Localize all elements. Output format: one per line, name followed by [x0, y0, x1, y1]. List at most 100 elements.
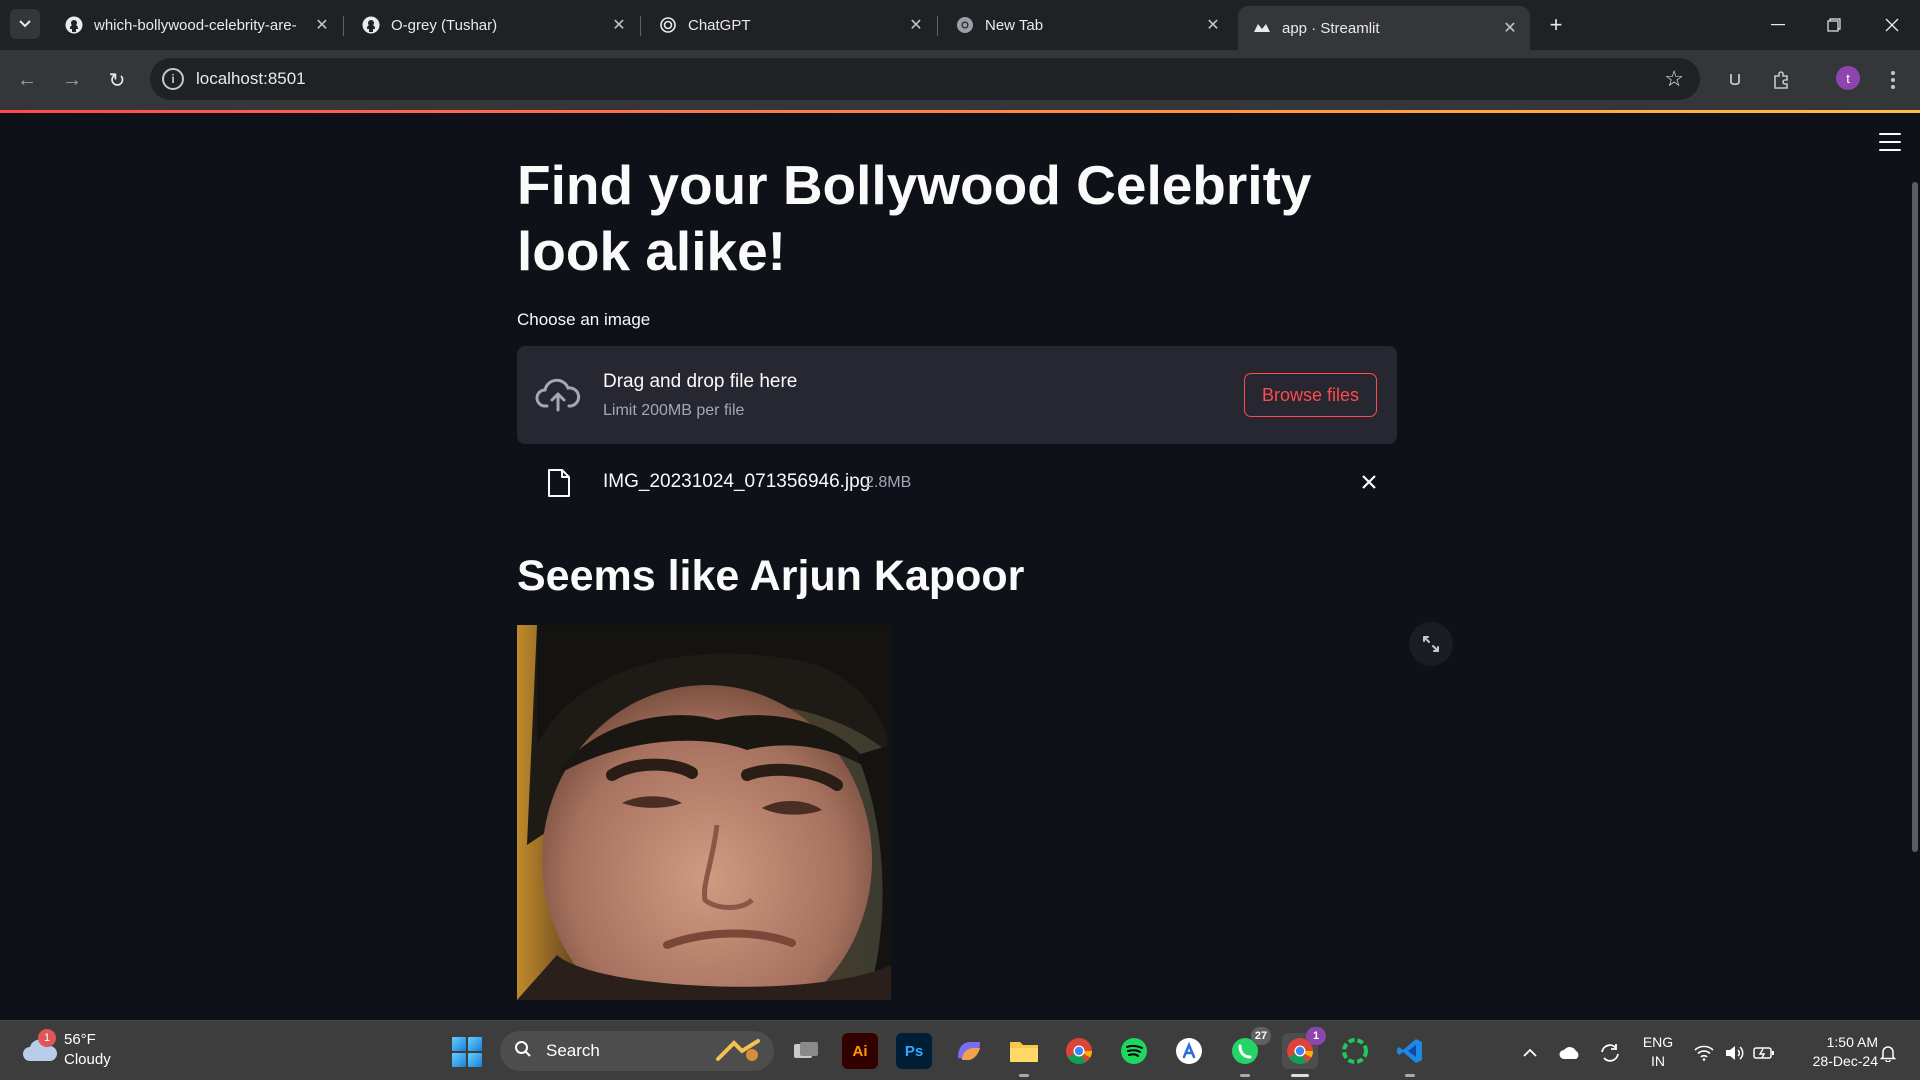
- windows-logo-tile: [452, 1037, 466, 1051]
- chrome-icon: [955, 15, 975, 35]
- restore-icon: [1827, 18, 1841, 32]
- streamlit-icon: [1252, 18, 1272, 38]
- file-explorer-icon[interactable]: [1006, 1033, 1042, 1077]
- new-tab-button[interactable]: +: [1541, 10, 1571, 40]
- input-language[interactable]: ENG IN: [1642, 1033, 1674, 1071]
- running-indicator: [1019, 1074, 1029, 1077]
- reload-button[interactable]: ↻: [102, 65, 132, 95]
- language-code: ENG: [1642, 1034, 1674, 1050]
- chatgpt-icon: [658, 15, 678, 35]
- github-icon: [64, 15, 84, 35]
- minimize-icon: [1771, 24, 1785, 26]
- chrome-icon[interactable]: [1061, 1033, 1097, 1069]
- running-indicator: [1405, 1074, 1415, 1077]
- more-menu-icon[interactable]: [1878, 65, 1908, 95]
- forward-button[interactable]: →: [57, 65, 87, 95]
- chrome-profile-icon[interactable]: 1: [1282, 1027, 1326, 1077]
- back-button[interactable]: ←: [12, 65, 42, 95]
- task-view-icon[interactable]: [788, 1033, 824, 1069]
- close-icon[interactable]: ✕: [308, 11, 336, 39]
- clock-date: 28-Dec-24: [1812, 1053, 1878, 1069]
- tab-label: app · Streamlit: [1282, 19, 1380, 37]
- app-store-icon[interactable]: [1171, 1033, 1207, 1069]
- taskbar-search[interactable]: Search: [500, 1031, 774, 1071]
- profile-avatar[interactable]: t: [1836, 66, 1860, 90]
- whatsapp-unread-badge: 27: [1251, 1027, 1271, 1045]
- start-button[interactable]: [452, 1037, 482, 1067]
- menu-bar-icon: [1879, 133, 1901, 135]
- reload-icon: ↻: [108, 69, 126, 92]
- result-heading: Seems like Arjun Kapoor: [517, 552, 1025, 600]
- extensions-puzzle-icon[interactable]: [1766, 65, 1796, 95]
- arrow-right-icon: →: [62, 68, 82, 91]
- page-scrollbar[interactable]: [1912, 182, 1918, 852]
- loader-app-icon[interactable]: [1337, 1033, 1373, 1069]
- browser-toolbar: ← → ↻ i localhost:8501 ☆: [0, 50, 1920, 110]
- onedrive-cloud-icon[interactable]: [1556, 1039, 1584, 1067]
- active-indicator: [1291, 1074, 1309, 1077]
- tab-streamlit-app[interactable]: app · Streamlit ✕: [1238, 6, 1530, 50]
- vscode-icon[interactable]: [1392, 1033, 1428, 1077]
- tab-github-profile[interactable]: O-grey (Tushar) ✕: [347, 8, 639, 42]
- arrow-left-icon: ←: [17, 68, 37, 91]
- browse-files-button[interactable]: Browse files: [1244, 373, 1377, 417]
- close-icon[interactable]: ✕: [1496, 14, 1524, 42]
- close-icon: [1362, 475, 1376, 489]
- close-icon[interactable]: ✕: [902, 11, 930, 39]
- system-clock[interactable]: 1:50 AM 28-Dec-24: [1790, 1033, 1878, 1071]
- windows-logo-tile: [468, 1053, 482, 1067]
- menu-bar-icon: [1879, 141, 1901, 143]
- bookmark-star-icon[interactable]: ☆: [1664, 66, 1684, 92]
- remove-file-button[interactable]: [1353, 466, 1385, 498]
- celebrity-match-image[interactable]: [517, 625, 891, 1000]
- whatsapp-icon[interactable]: 27: [1227, 1027, 1271, 1077]
- minimize-button[interactable]: [1750, 0, 1806, 50]
- close-window-button[interactable]: [1864, 0, 1920, 50]
- copilot-icon[interactable]: [951, 1033, 987, 1069]
- weather-temperature: 56°F: [64, 1031, 96, 1048]
- fullscreen-button[interactable]: [1409, 622, 1453, 666]
- tab-search-dropdown[interactable]: [10, 9, 40, 39]
- url-text: localhost:8501: [196, 69, 306, 88]
- search-label: Search: [546, 1041, 600, 1060]
- page-title: Find your Bollywood Celebrity look alike…: [517, 154, 1312, 282]
- restore-button[interactable]: [1806, 0, 1862, 50]
- tab-label: ChatGPT: [688, 16, 751, 34]
- expand-icon: [1423, 636, 1439, 652]
- tab-bar: which-bollywood-celebrity-are- ✕ O-grey …: [0, 0, 1920, 50]
- cloud-upload-icon: [535, 378, 581, 412]
- weather-alert-badge: 1: [38, 1029, 56, 1047]
- uploaded-file-size: 2.8MB: [865, 474, 912, 491]
- photoshop-icon[interactable]: Ps: [896, 1033, 932, 1069]
- weather-condition: Cloudy: [64, 1051, 111, 1068]
- tab-github-repo[interactable]: which-bollywood-celebrity-are- ✕: [50, 8, 342, 42]
- notification-icon[interactable]: [1874, 1039, 1902, 1067]
- site-info-icon[interactable]: i: [162, 68, 184, 90]
- dropzone-limit: Limit 200MB per file: [603, 402, 745, 419]
- illustrator-icon[interactable]: Ai: [842, 1033, 878, 1069]
- tab-new-tab[interactable]: New Tab ✕: [941, 8, 1233, 42]
- search-highlight-icon: [716, 1039, 760, 1061]
- extension-u-icon[interactable]: [1720, 65, 1750, 95]
- tab-separator: [640, 16, 641, 36]
- tab-chatgpt[interactable]: ChatGPT ✕: [644, 8, 936, 42]
- close-icon[interactable]: ✕: [605, 11, 633, 39]
- tab-label: New Tab: [985, 16, 1044, 34]
- main-menu-button[interactable]: [1876, 130, 1904, 154]
- chrome-profile-badge: 1: [1306, 1027, 1326, 1045]
- address-bar[interactable]: i localhost:8501 ☆: [150, 58, 1700, 100]
- region-code: IN: [1651, 1053, 1665, 1069]
- uploaded-file-row: IMG_20231024_071356946.jpg 2.8MB: [517, 460, 1397, 504]
- file-icon: [548, 469, 570, 497]
- chevron-down-icon: [19, 20, 31, 28]
- chevron-up-icon[interactable]: [1516, 1039, 1544, 1067]
- windows-logo-tile: [452, 1053, 466, 1067]
- close-icon[interactable]: ✕: [1199, 11, 1227, 39]
- spotify-icon[interactable]: [1116, 1033, 1152, 1069]
- wifi-icon[interactable]: [1690, 1039, 1718, 1067]
- browser-chrome: which-bollywood-celebrity-are- ✕ O-grey …: [0, 0, 1920, 110]
- sync-icon[interactable]: [1596, 1039, 1624, 1067]
- file-dropzone[interactable]: Drag and drop file here Limit 200MB per …: [517, 346, 1397, 444]
- volume-icon[interactable]: [1720, 1039, 1748, 1067]
- battery-icon[interactable]: [1750, 1039, 1778, 1067]
